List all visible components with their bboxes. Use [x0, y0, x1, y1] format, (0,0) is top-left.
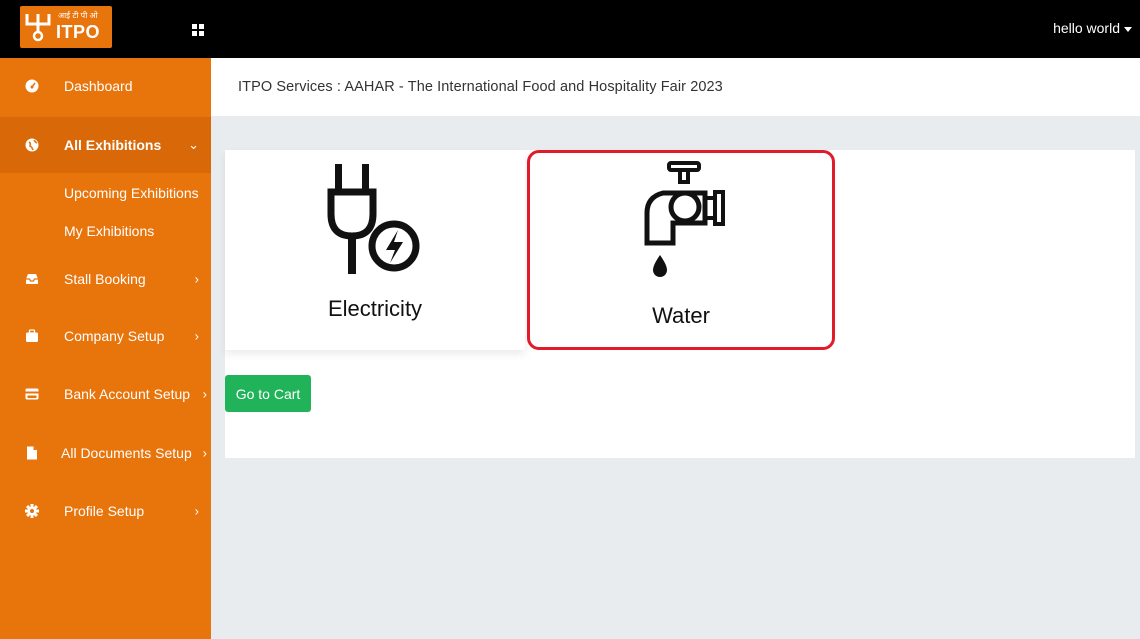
chevron-down-icon: ⌄: [188, 137, 199, 152]
logo-text: ITPO: [56, 22, 101, 42]
submenu-item-upcoming-exhibitions[interactable]: Upcoming Exhibitions: [64, 185, 199, 201]
itpo-logo[interactable]: आई टी पी ओ ITPO: [20, 6, 112, 48]
sidebar-item-label: All Documents Setup: [61, 445, 192, 461]
dashboard-gauge-icon: [25, 79, 39, 93]
briefcase-icon: [26, 329, 38, 342]
service-card-water[interactable]: Water: [527, 150, 835, 350]
chevron-right-icon: ›: [202, 445, 207, 461]
submenu-item-my-exhibitions[interactable]: My Exhibitions: [64, 223, 154, 239]
user-menu[interactable]: hello world: [1053, 20, 1132, 36]
breadcrumb-bar: ITPO Services : AAHAR - The Internationa…: [211, 58, 1140, 116]
service-label-water: Water: [652, 303, 710, 328]
sidebar-item-label: Bank Account Setup: [64, 386, 191, 402]
credit-card-icon: [25, 388, 39, 400]
file-icon: [27, 446, 37, 460]
sidebar-item-label: Profile Setup: [64, 503, 145, 519]
app-root: आई टी पी ओ ITPO hello world Dashboard Al…: [0, 0, 1140, 639]
chevron-right-icon: ›: [194, 271, 199, 287]
user-name: hello world: [1053, 20, 1120, 36]
chevron-right-icon: ›: [202, 386, 207, 402]
logo-hindi-text: आई टी पी ओ: [58, 11, 98, 20]
sidebar-item-bank-account-setup[interactable]: Bank Account Setup ›: [0, 366, 211, 422]
chevron-right-icon: ›: [194, 503, 199, 519]
top-bar: आई टी पी ओ ITPO hello world: [0, 0, 1140, 58]
sidebar-item-all-exhibitions[interactable]: All Exhibitions ⌄: [0, 117, 211, 173]
sidebar-item-dashboard[interactable]: Dashboard: [0, 58, 211, 114]
inbox-icon: [26, 274, 38, 284]
go-to-cart-button[interactable]: Go to Cart: [225, 375, 311, 412]
service-label-electricity: Electricity: [327, 296, 423, 321]
sidebar: Dashboard All Exhibitions ⌄ Upcoming Exh…: [0, 58, 211, 639]
sidebar-item-label: All Exhibitions: [64, 137, 162, 153]
service-card-electricity[interactable]: Electricity: [225, 150, 525, 350]
menu-grid-icon[interactable]: [192, 24, 204, 36]
caret-down-icon: [1124, 26, 1132, 32]
chevron-right-icon: ›: [194, 328, 199, 344]
sidebar-item-stall-booking[interactable]: Stall Booking ›: [0, 251, 211, 307]
services-panel: Electricity Water Go to Cart: [225, 150, 1135, 458]
sidebar-item-label: Dashboard: [64, 78, 133, 94]
itpo-emblem-icon: [25, 14, 51, 42]
sidebar-item-all-documents-setup[interactable]: All Documents Setup ›: [0, 425, 211, 481]
sidebar-item-profile-setup[interactable]: Profile Setup ›: [0, 483, 211, 539]
gear-icon: [25, 504, 39, 518]
sidebar-item-label: Stall Booking: [64, 271, 146, 287]
page-title: ITPO Services : AAHAR - The Internationa…: [238, 79, 723, 95]
water-tap-icon: [644, 161, 725, 277]
sidebar-item-label: Company Setup: [64, 328, 165, 344]
plug-electricity-icon: [327, 164, 420, 274]
sidebar-item-company-setup[interactable]: Company Setup ›: [0, 308, 211, 364]
main-content: ITPO Services : AAHAR - The Internationa…: [211, 58, 1140, 639]
globe-icon: [25, 138, 39, 152]
exhibitions-submenu: Upcoming Exhibitions My Exhibitions: [0, 175, 211, 255]
